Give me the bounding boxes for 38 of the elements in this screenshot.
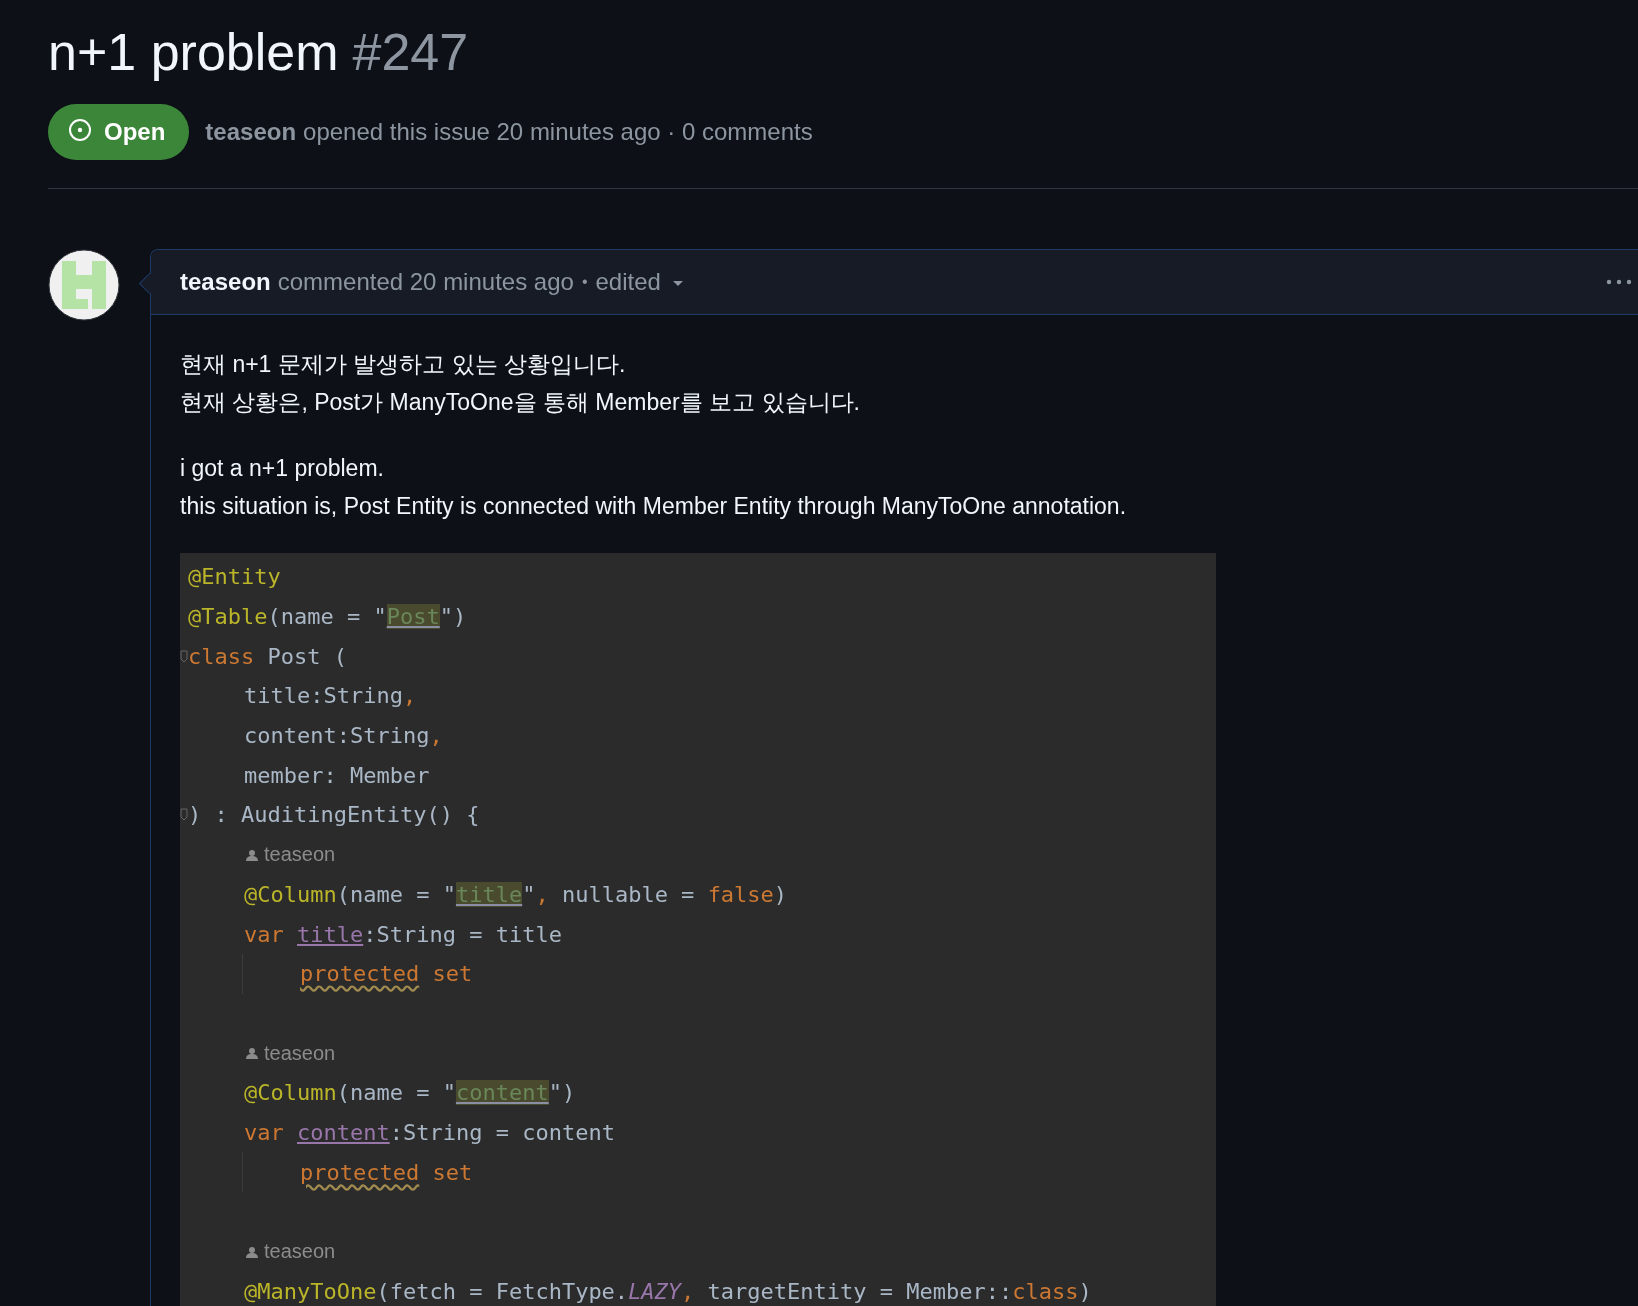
code-line: protected set — [300, 1159, 473, 1185]
code-author: teaseon — [264, 1041, 336, 1065]
state-badge: Open — [48, 104, 190, 160]
code-line: protected set — [300, 961, 473, 987]
code-line: var content:String = content — [244, 1119, 615, 1145]
body-text: this situation is, Post Entity is connected with Member Entity through ManyToOne annotation. — [180, 492, 1128, 521]
body-text: 현재 n+1 문제가 발생하고 있는 상황입니다. — [180, 350, 627, 379]
code-line: member: Member — [244, 762, 430, 788]
code-line: class Post ( — [188, 643, 347, 669]
fold-icon — [180, 649, 188, 663]
code-line: @Entity — [188, 564, 281, 590]
fold-icon — [180, 808, 188, 822]
code-line: content:String, — [244, 723, 443, 749]
code-line: var title:String = title — [244, 921, 562, 947]
author-link[interactable]: teaseon — [205, 118, 297, 146]
code-line: @Column(name = "title", nullable = false) — [244, 881, 788, 907]
comment-meta: commented 20 minutes ago — [277, 268, 574, 296]
code-line: @ManyToOne(fetch = FetchType.LAZY, targetEntity = Member::class) — [244, 1278, 1092, 1304]
separator-dot: • — [581, 273, 588, 291]
person-icon — [246, 1047, 258, 1060]
code-line: @Table(name = "Post") — [188, 604, 467, 630]
avatar-icon — [48, 249, 120, 321]
person-icon — [246, 1245, 258, 1258]
code-line: title:String, — [244, 683, 417, 709]
issue-title: n+1 problem — [48, 22, 339, 82]
code-line: ) : AuditingEntity() { — [188, 802, 480, 828]
issue-meta: opened this issue 20 minutes ago · 0 comments — [303, 118, 813, 146]
code-line: @Column(name = "content") — [244, 1080, 576, 1106]
issue-number: #247 — [352, 22, 469, 82]
caret-icon — [672, 281, 683, 287]
author-link[interactable]: teaseon — [180, 268, 271, 296]
edited-dropdown[interactable]: edited — [595, 268, 683, 296]
body-text: 현재 상황은, Post가 ManyToOne을 통해 Member를 보고 있습니다. — [180, 388, 861, 417]
person-icon — [246, 848, 258, 861]
code-author: teaseon — [264, 1240, 336, 1264]
code-author: teaseon — [264, 843, 336, 867]
kebab-icon — [1606, 279, 1632, 285]
body-text: i got a n+1 problem. — [180, 454, 385, 483]
